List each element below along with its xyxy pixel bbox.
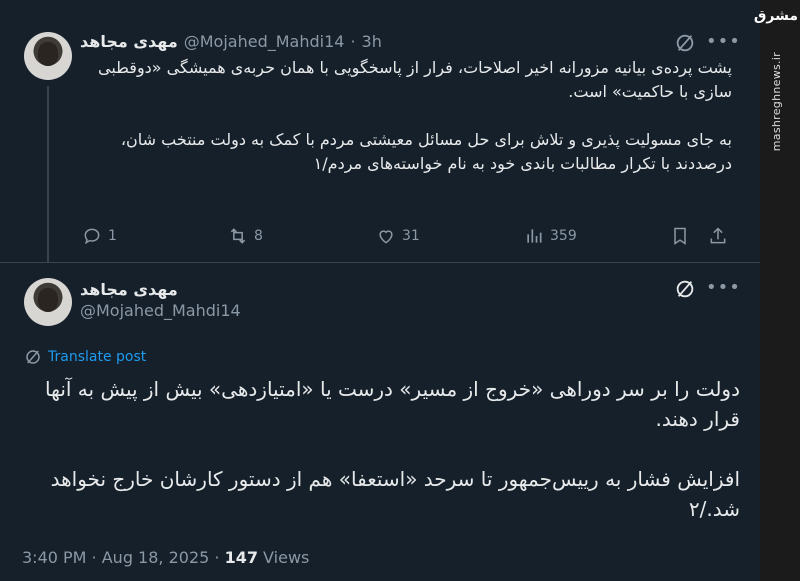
watermark-logo: مشرق <box>753 8 798 24</box>
more-icon[interactable]: ••• <box>706 31 740 53</box>
views-count: 359 <box>550 228 577 244</box>
tweet2-paragraph: دولت را بر سر دوراهی «خروج از مسیر» درست… <box>45 377 740 431</box>
tweet1-text: پشت پرده‌ی بیانیه مزورانه اخیر اصلاحات، … <box>80 56 732 176</box>
views-icon <box>527 229 542 243</box>
post-timestamp[interactable]: 3:40 PM · Aug 18, 2025 · <box>22 548 225 567</box>
thread-connector <box>47 86 49 262</box>
user-handle[interactable]: @Mojahed_Mahdi14 <box>184 32 345 51</box>
tweet2-text: دولت را بر سر دوراهی «خروج از مسیر» درست… <box>20 374 740 524</box>
share-icon <box>710 227 726 244</box>
tweet2-paragraph: افزایش فشار به رییس‌جمهور تا سرحد «استعف… <box>50 467 740 521</box>
divider <box>0 262 760 263</box>
avatar[interactable] <box>24 32 72 80</box>
repost-count: 8 <box>254 228 263 244</box>
watermark-site: mashreghnews.ir <box>770 52 783 152</box>
grok-icon[interactable] <box>674 32 696 54</box>
tweet1-header: مهدی مجاهد @Mojahed_Mahdi14 · 3h <box>80 32 382 51</box>
views-label: Views <box>257 548 310 567</box>
tweet1-paragraph: به جای مسولیت پذیری و تلاش برای حل مسائل… <box>120 130 732 173</box>
views-button[interactable]: 359 <box>524 224 577 248</box>
tweet1-paragraph: پشت پرده‌ی بیانیه مزورانه اخیر اصلاحات، … <box>98 58 732 101</box>
share-button[interactable] <box>708 224 728 248</box>
like-icon <box>379 230 393 244</box>
translate-post-link[interactable]: Translate post <box>24 348 146 366</box>
more-icon[interactable]: ••• <box>706 277 740 299</box>
reply-button[interactable]: 1 <box>82 224 117 248</box>
user-handle[interactable]: @Mojahed_Mahdi14 <box>80 301 241 320</box>
reply-count: 1 <box>108 228 117 244</box>
translate-label: Translate post <box>48 349 147 365</box>
post-time[interactable]: 3h <box>362 32 382 51</box>
views-total: 147 <box>224 548 258 567</box>
grok-icon[interactable] <box>674 278 696 300</box>
bookmark-icon <box>674 227 686 245</box>
bookmark-button[interactable] <box>670 224 690 248</box>
reply-icon <box>84 228 100 245</box>
display-name[interactable]: مهدی مجاهد <box>80 280 178 299</box>
display-name[interactable]: مهدی مجاهد <box>80 32 178 51</box>
like-count: 31 <box>402 228 420 244</box>
like-button[interactable]: 31 <box>376 224 420 248</box>
avatar[interactable] <box>24 278 72 326</box>
tweet2-header: مهدی مجاهد @Mojahed_Mahdi14 <box>80 280 241 320</box>
translate-icon <box>26 350 40 364</box>
repost-button[interactable]: 8 <box>228 224 263 248</box>
post-meta: 3:40 PM · Aug 18, 2025 · 147 Views <box>22 548 309 567</box>
tweet-thread: مهدی مجاهد @Mojahed_Mahdi14 · 3h ••• پشت… <box>0 0 760 581</box>
tweet1-action-bar: 1 8 31 359 <box>82 224 742 248</box>
repost-icon <box>230 228 246 244</box>
separator-dot: · <box>350 32 356 51</box>
